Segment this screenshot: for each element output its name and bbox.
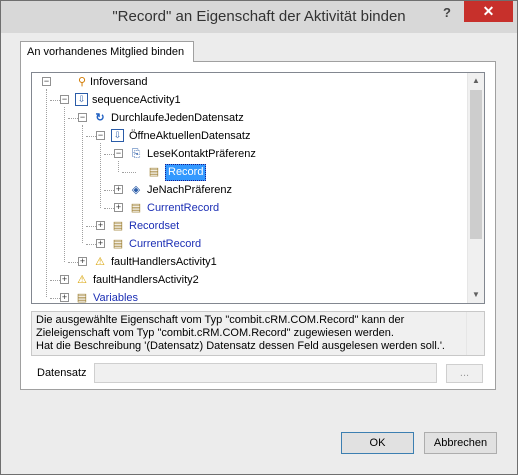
branch-icon: ◈	[131, 184, 141, 196]
datensatz-label: Datensatz	[37, 367, 87, 379]
tree-node-label: ÖffneAktuellenDatensatz	[129, 130, 251, 142]
tree-node-faulthandlersactivity1[interactable]: + ⚠ faultHandlersActivity1	[32, 253, 462, 271]
tree-node-oeffneaktuellendatensatz[interactable]: − ⇩ ÖffneAktuellenDatensatz	[32, 127, 462, 145]
tree-node-infoversand[interactable]: − ⚲ Infoversand	[32, 73, 462, 91]
tree-node-record[interactable]: ▤ Record	[32, 163, 462, 181]
tree-node-label: LeseKontaktPräferenz	[147, 148, 256, 160]
sequence-icon: ⇩	[75, 93, 88, 106]
tree-node-label: sequenceActivity1	[92, 94, 181, 106]
cancel-button[interactable]: Abbrechen	[424, 432, 497, 454]
tree-node-currentrecord[interactable]: + ▤ CurrentRecord	[32, 235, 462, 253]
tab-bind-existing-member[interactable]: An vorhandenes Mitglied binden	[20, 41, 194, 62]
tree-node-label: JeNachPräferenz	[147, 184, 232, 196]
scroll-up-icon[interactable]: ▲	[468, 73, 484, 89]
workflow-icon: ⚲	[77, 76, 87, 88]
browse-button[interactable]: ...	[446, 364, 483, 383]
description-box: Die ausgewählte Eigenschaft vom Typ "com…	[31, 311, 485, 356]
tree-node-label: Variables	[93, 292, 139, 304]
tree-node-sequenceactivity1[interactable]: − ⇩ sequenceActivity1	[32, 91, 462, 109]
tree-node-jenachpraeferenz[interactable]: + ◈ JeNachPräferenz	[32, 181, 462, 199]
tree-node-recordset[interactable]: + ▤ Recordset	[32, 217, 462, 235]
description-line: Zieleigenschaft vom Typ "combit.cRM.COM.…	[36, 327, 394, 339]
expand-toggle[interactable]: +	[60, 293, 69, 302]
description-line: Die ausgewählte Eigenschaft vom Typ "com…	[36, 314, 405, 326]
tree-node-currentrecord[interactable]: + ▤ CurrentRecord	[32, 199, 462, 217]
description-scrollbar	[466, 312, 484, 355]
property-icon: ▤	[130, 202, 142, 214]
tree-scrollbar[interactable]: ▲ ▼	[467, 73, 484, 303]
help-button[interactable]: ?	[436, 3, 458, 23]
scrollbar-thumb[interactable]	[470, 90, 482, 239]
scroll-down-icon[interactable]: ▼	[468, 287, 484, 303]
datensatz-input[interactable]	[94, 363, 437, 383]
title-bar: "Record" an Eigenschaft der Aktivität bi…	[1, 1, 517, 33]
expand-toggle[interactable]: +	[114, 185, 123, 194]
expand-toggle[interactable]: +	[78, 257, 87, 266]
fault-handler-icon: ⚠	[95, 256, 105, 268]
close-button[interactable]: ✕	[464, 1, 513, 22]
property-icon: ▤	[112, 238, 124, 250]
property-icon: ▤	[76, 292, 88, 304]
collapse-toggle[interactable]: −	[60, 95, 69, 104]
tree-node-faulthandlersactivity2[interactable]: + ⚠ faultHandlersActivity2	[32, 271, 462, 289]
activity-icon: ⎘	[131, 148, 141, 160]
description-line: Hat die Beschreibung '(Datensatz) Datens…	[36, 340, 445, 352]
tree-node-label: faultHandlersActivity2	[93, 274, 199, 286]
tree-node-label: Recordset	[129, 220, 180, 232]
tree-node-variables[interactable]: + ▤ Variables	[32, 289, 462, 304]
tree-node-label: Record	[165, 164, 207, 181]
tree-node-label: CurrentRecord	[129, 238, 202, 250]
expand-toggle[interactable]: +	[96, 239, 105, 248]
tree-node-label: DurchlaufeJedenDatensatz	[111, 112, 244, 124]
collapse-toggle[interactable]: −	[114, 149, 123, 158]
tree-node-durchlaufejedendatensatz[interactable]: − ↻ DurchlaufeJedenDatensatz	[32, 109, 462, 127]
collapse-toggle[interactable]: −	[42, 77, 51, 86]
property-icon: ▤	[112, 220, 124, 232]
tree-node-label: faultHandlersActivity1	[111, 256, 217, 268]
property-icon: ▤	[148, 166, 160, 178]
tree-node-lesekontaktpraeferenz[interactable]: − ⎘ LeseKontaktPräferenz	[32, 145, 462, 163]
fault-handler-icon: ⚠	[77, 274, 87, 286]
expand-toggle[interactable]: +	[60, 275, 69, 284]
expand-toggle[interactable]: +	[96, 221, 105, 230]
tree-node-label: CurrentRecord	[147, 202, 220, 214]
collapse-toggle[interactable]: −	[96, 131, 105, 140]
expand-toggle[interactable]: +	[114, 203, 123, 212]
loop-icon: ↻	[95, 112, 105, 124]
sequence-icon: ⇩	[111, 129, 124, 142]
ok-button[interactable]: OK	[341, 432, 414, 454]
collapse-toggle[interactable]: −	[78, 113, 87, 122]
member-tree[interactable]: − ⚲ Infoversand − ⇩ sequenceActivity1 − …	[31, 72, 485, 304]
tree-node-label: Infoversand	[90, 76, 148, 88]
